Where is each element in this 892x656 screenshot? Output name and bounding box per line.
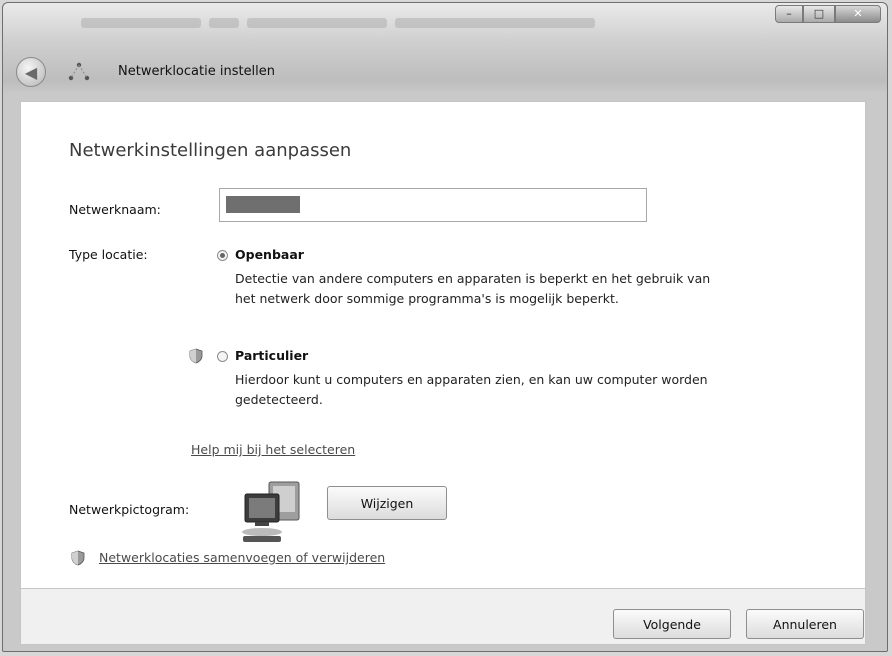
location-type-label: Type locatie: <box>69 247 148 262</box>
blurred-background-title <box>81 13 681 28</box>
radio-particulier[interactable] <box>217 351 228 362</box>
dialog-footer: Volgende Annuleren <box>20 589 866 645</box>
back-arrow-icon: ◀ <box>24 62 38 82</box>
network-icon-label: Netwerkpictogram: <box>69 502 190 517</box>
title-bar[interactable]: – □ ✕ <box>3 3 887 37</box>
page-heading: Netwerkinstellingen aanpassen <box>69 140 352 161</box>
option-openbaar-description: Detectie van andere computers en apparat… <box>235 271 711 306</box>
option-particulier-description: Hierdoor kunt u computers en apparaten z… <box>235 372 708 407</box>
close-button[interactable]: ✕ <box>835 5 881 23</box>
network-name-input[interactable] <box>220 189 654 221</box>
change-icon-button[interactable]: Wijzigen <box>327 486 447 520</box>
option-particulier-title[interactable]: Particulier <box>235 348 308 363</box>
radio-openbaar[interactable] <box>217 250 228 261</box>
option-openbaar-title[interactable]: Openbaar <box>235 247 304 262</box>
network-name-label: Netwerknaam: <box>69 202 161 217</box>
network-computer-icon <box>242 481 300 542</box>
merge-locations-link[interactable]: Netwerklocaties samenvoegen of verwijder… <box>99 550 385 565</box>
nav-title: Netwerklocatie instellen <box>118 64 276 79</box>
back-button[interactable]: ◀ <box>16 57 46 87</box>
help-selecting-link[interactable]: Help mij bij het selecteren <box>191 442 355 457</box>
shield-icon <box>189 348 203 364</box>
network-icon <box>68 62 90 81</box>
minimize-button[interactable]: – <box>775 5 803 23</box>
next-button[interactable]: Volgende <box>613 609 731 639</box>
network-name-field[interactable] <box>219 188 654 222</box>
shield-icon <box>71 550 85 566</box>
window-controls: – □ ✕ <box>775 5 881 23</box>
content-panel: Netwerkinstellingen aanpassen Netwerknaa… <box>20 101 866 589</box>
maximize-button[interactable]: □ <box>803 5 835 23</box>
cancel-button[interactable]: Annuleren <box>746 609 864 639</box>
